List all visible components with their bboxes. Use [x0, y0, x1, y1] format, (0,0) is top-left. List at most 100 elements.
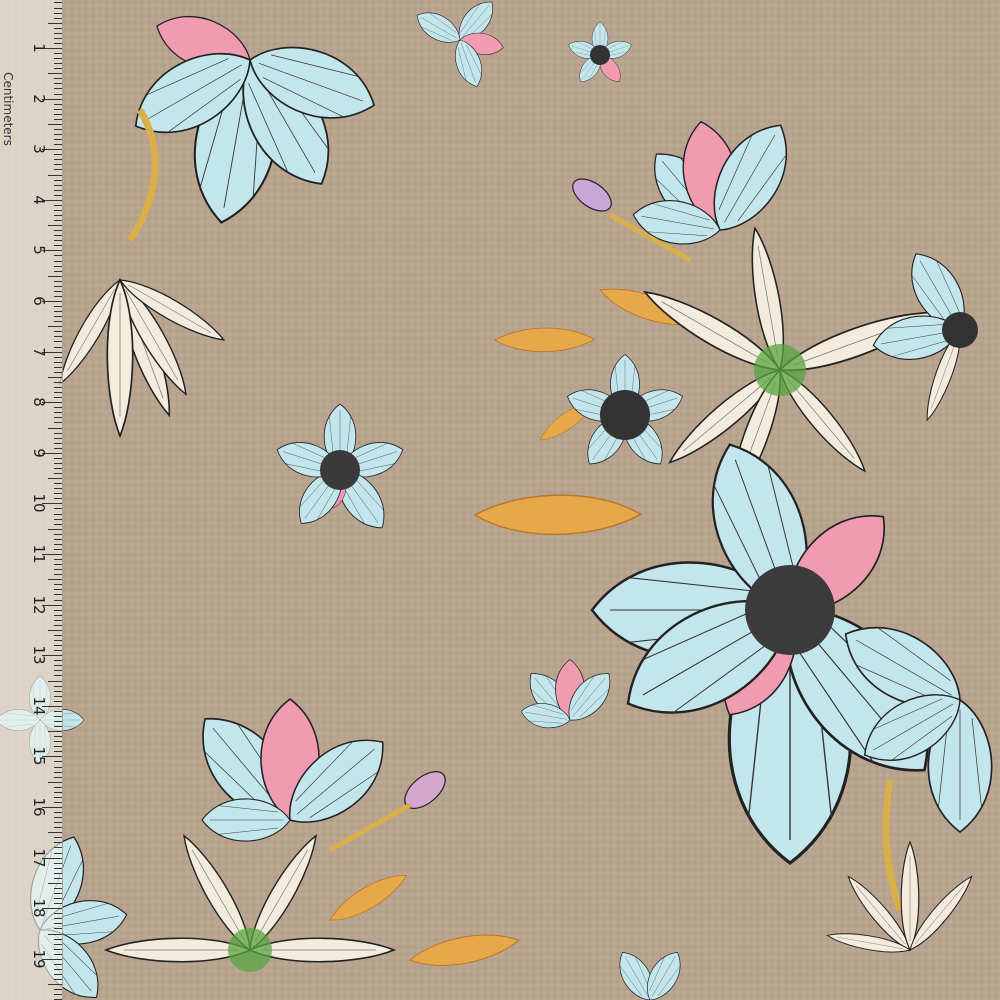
ruler-tick	[48, 680, 62, 682]
ruler-tick	[54, 432, 62, 434]
ruler-tick	[54, 837, 62, 839]
ruler-tick	[48, 73, 62, 75]
ruler-number: 10	[30, 493, 48, 513]
ruler-tick	[54, 341, 62, 343]
ruler-tick	[54, 331, 62, 333]
ruler-tick	[54, 634, 62, 636]
ruler-tick	[54, 290, 62, 292]
ruler-tick	[54, 128, 62, 130]
ruler-tick	[54, 660, 62, 662]
ruler-tick	[54, 260, 62, 262]
ruler-tick	[54, 533, 62, 535]
ruler-tick	[54, 893, 62, 895]
ruler-tick	[54, 609, 62, 611]
ruler-tick	[54, 690, 62, 692]
ruler-tick	[54, 640, 62, 642]
ruler-tick	[54, 953, 62, 955]
ruler-tick	[48, 528, 62, 530]
ruler-number: 13	[30, 645, 48, 665]
ruler-tick	[54, 462, 62, 464]
ruler-tick	[54, 564, 62, 566]
ruler-tick	[54, 457, 62, 459]
ruler-number: 17	[30, 848, 48, 868]
ruler-tick	[54, 559, 62, 561]
ruler-tick	[48, 984, 62, 986]
ruler-tick	[54, 766, 62, 768]
ruler-tick	[54, 139, 62, 141]
ruler-tick	[54, 295, 62, 297]
ruler-tick	[48, 174, 62, 176]
ruler-number: 3	[30, 144, 48, 154]
ruler-tick	[54, 169, 62, 171]
ruler-tick	[48, 275, 62, 277]
ruler-tick	[54, 412, 62, 414]
ruler-tick	[54, 994, 62, 996]
ruler-tick	[54, 68, 62, 70]
ruler-tick	[54, 422, 62, 424]
ruler-tick	[54, 695, 62, 697]
ruler-tick	[48, 376, 62, 378]
ruler-tick	[54, 37, 62, 39]
ruler-tick	[54, 989, 62, 991]
ruler-tick	[54, 791, 62, 793]
ruler-tick	[54, 898, 62, 900]
ruler-tick	[54, 214, 62, 216]
ruler-tick	[54, 17, 62, 19]
ruler-tick	[54, 523, 62, 525]
leather-texture	[0, 0, 1000, 1000]
ruler-tick	[54, 817, 62, 819]
ruler-tick	[54, 746, 62, 748]
ruler-tick	[54, 255, 62, 257]
ruler-number: 1	[30, 43, 48, 53]
ruler-number: 9	[30, 448, 48, 458]
ruler-tick	[54, 58, 62, 60]
ruler-tick	[54, 285, 62, 287]
ruler-tick	[54, 715, 62, 717]
ruler-tick	[54, 948, 62, 950]
ruler-tick	[54, 108, 62, 110]
ruler-tick	[54, 189, 62, 191]
ruler-tick	[54, 356, 62, 358]
ruler-tick	[54, 599, 62, 601]
ruler-tick	[54, 918, 62, 920]
ruler-tick	[54, 710, 62, 712]
ruler-number: 15	[30, 746, 48, 766]
ruler-tick	[54, 852, 62, 854]
ruler-number: 7	[30, 346, 48, 357]
ruler-tick	[54, 872, 62, 874]
ruler-tick	[54, 179, 62, 181]
ruler-tick	[54, 230, 62, 232]
ruler-tick	[54, 103, 62, 105]
ruler-tick	[54, 42, 62, 44]
ruler-tick	[48, 225, 62, 227]
ruler-tick	[54, 265, 62, 267]
ruler-tick	[54, 442, 62, 444]
ruler-tick	[54, 685, 62, 687]
ruler-tick	[54, 903, 62, 905]
ruler-tick	[54, 812, 62, 814]
ruler-tick	[54, 371, 62, 373]
ruler-number: 5	[30, 245, 48, 256]
fabric-photo: Centimeters 1 2 3 4 5 6 7 8 9 10 11 12 13 14 15 16 17 18 1…	[0, 0, 1000, 1000]
ruler-tick	[54, 270, 62, 272]
ruler-tick	[54, 877, 62, 879]
ruler-tick	[54, 645, 62, 647]
ruler-number: 6	[30, 296, 48, 306]
ruler-tick	[54, 776, 62, 778]
ruler-tick	[54, 447, 62, 449]
ruler-tick	[54, 589, 62, 591]
ruler-tick	[54, 584, 62, 586]
ruler-tick	[54, 619, 62, 621]
ruler-tick	[54, 594, 62, 596]
ruler-tick	[54, 979, 62, 981]
ruler-number: 12	[30, 595, 48, 615]
ruler-tick	[54, 741, 62, 743]
ruler-tick	[54, 513, 62, 515]
ruler-tick	[54, 134, 62, 136]
ruler-tick	[54, 473, 62, 475]
ruler-tick	[54, 862, 62, 864]
ruler-tick	[54, 144, 62, 146]
ruler-tick	[54, 751, 62, 753]
ruler-number: 11	[30, 544, 48, 564]
ruler-tick	[54, 417, 62, 419]
